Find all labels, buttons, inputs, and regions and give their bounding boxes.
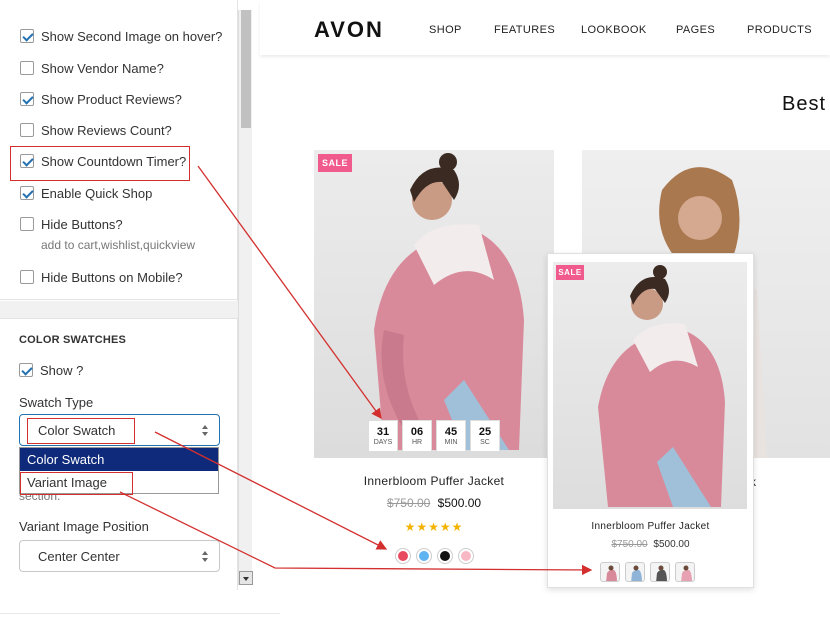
checkbox-show-vendor[interactable]: [20, 61, 34, 75]
option-label: Show ?: [40, 362, 84, 378]
product-card-variant-image[interactable]: SALE Innerbloom Puffer Jacket $750.00 $5…: [547, 253, 754, 588]
option-label: Show Reviews Count?: [41, 122, 172, 138]
option-hide-buttons-mobile[interactable]: Hide Buttons on Mobile?: [20, 268, 183, 286]
bottom-divider: [0, 613, 280, 614]
checkbox-show-swatches[interactable]: [19, 363, 33, 377]
product-title[interactable]: Innerbloom Puffer Jacket: [548, 521, 753, 532]
swatch-type-dropdown: Color Swatch Variant Image: [19, 447, 219, 494]
variant-thumbnail[interactable]: [600, 562, 620, 582]
variant-position-value: Center Center: [38, 548, 120, 564]
variant-thumbnail[interactable]: [675, 562, 695, 582]
color-swatch-list: [396, 549, 473, 563]
option-label: Hide Buttons on Mobile?: [41, 269, 183, 285]
section-divider: [0, 301, 238, 319]
color-swatch[interactable]: [417, 549, 431, 563]
select-arrows-icon: [201, 550, 209, 564]
nav-lookbook[interactable]: LOOKBOOK: [581, 24, 647, 36]
option-label: Show Product Reviews?: [41, 91, 182, 107]
color-swatch[interactable]: [459, 549, 473, 563]
option-label: Enable Quick Shop: [41, 185, 153, 201]
option-show-second-image[interactable]: Show Second Image on hover?: [20, 27, 222, 45]
option-enable-quick-shop[interactable]: Enable Quick Shop: [20, 184, 152, 202]
option-label: Show Vendor Name?: [41, 60, 164, 76]
swatch-type-label: Swatch Type: [19, 395, 94, 410]
nav-features[interactable]: FEATURES: [494, 24, 555, 36]
countdown-days: 31 DAYS: [368, 420, 398, 452]
checkbox-show-reviews-count[interactable]: [20, 123, 34, 137]
product-title[interactable]: Innerbloom Puffer Jacket: [314, 474, 554, 488]
product-image[interactable]: SALE: [553, 262, 747, 509]
swatch-type-value: Color Swatch: [38, 422, 116, 438]
model-illustration: [598, 265, 725, 507]
option-show-reviews[interactable]: Show Product Reviews?: [20, 90, 182, 108]
checkbox-show-reviews[interactable]: [20, 92, 34, 106]
option-show-vendor[interactable]: Show Vendor Name?: [20, 59, 164, 77]
product-image[interactable]: SALE: [314, 150, 554, 458]
variant-position-label: Variant Image Position: [19, 519, 149, 534]
old-price: $750.00: [611, 539, 648, 550]
settings-panel: Show Second Image on hover? Show Vendor …: [0, 0, 238, 590]
product-display-section: Show Second Image on hover? Show Vendor …: [0, 0, 238, 300]
store-header: AVON SHOP FEATURES LOOKBOOK PAGES PRODUC…: [260, 0, 830, 55]
option-hide-buttons[interactable]: Hide Buttons?: [20, 215, 123, 233]
dropdown-option-variant-image[interactable]: Variant Image: [20, 471, 218, 494]
option-label: Hide Buttons?: [41, 216, 123, 232]
scroll-thumb[interactable]: [241, 10, 251, 128]
variant-image-swatches: [600, 562, 695, 582]
sale-badge: SALE: [556, 265, 584, 280]
sale-badge: SALE: [318, 154, 352, 172]
variant-thumbnail[interactable]: [625, 562, 645, 582]
color-swatches-title: COLOR SWATCHES: [19, 334, 127, 346]
option-label: Show Countdown Timer?: [41, 153, 187, 169]
nav-products[interactable]: PRODUCTS: [747, 24, 812, 36]
option-show-countdown[interactable]: Show Countdown Timer?: [20, 152, 186, 170]
new-price: $500.00: [437, 496, 482, 510]
checkbox-show-second-image[interactable]: [20, 29, 34, 43]
product-price: $750.00 $500.00: [548, 539, 753, 550]
nav-pages[interactable]: PAGES: [676, 24, 715, 36]
countdown-hours: 06 HR: [402, 420, 432, 452]
settings-scrollbar[interactable]: [238, 10, 253, 585]
product-price: $750.00 $500.00: [314, 496, 554, 510]
checkbox-enable-quick-shop[interactable]: [20, 186, 34, 200]
store-logo[interactable]: AVON: [314, 17, 384, 43]
variant-position-select[interactable]: Center Center: [19, 540, 220, 572]
scroll-down-arrow-icon[interactable]: [239, 571, 253, 585]
old-price: $750.00: [386, 496, 431, 510]
color-swatch[interactable]: [438, 549, 452, 563]
nav-shop[interactable]: SHOP: [429, 24, 462, 36]
variant-thumbnail[interactable]: [650, 562, 670, 582]
countdown-timer: 31 DAYS 06 HR 45 MIN 25 SC: [368, 420, 500, 452]
option-show-reviews-count[interactable]: Show Reviews Count?: [20, 121, 172, 139]
checkbox-hide-buttons-mobile[interactable]: [20, 270, 34, 284]
color-swatch[interactable]: [396, 549, 410, 563]
checkbox-show-countdown[interactable]: [20, 154, 34, 168]
select-arrows-icon: [201, 424, 209, 438]
option-label: Show Second Image on hover?: [41, 28, 223, 44]
hide-buttons-hint: add to cart,wishlist,quickview: [41, 238, 196, 252]
option-show-swatches[interactable]: Show ?: [19, 361, 83, 379]
section-heading: Best: [782, 93, 827, 115]
rating-stars-icon: ★★★★★: [404, 520, 464, 534]
dropdown-option-color-swatch[interactable]: Color Swatch: [20, 448, 218, 471]
checkbox-hide-buttons[interactable]: [20, 217, 34, 231]
countdown-minutes: 45 MIN: [436, 420, 466, 452]
new-price: $500.00: [653, 539, 690, 550]
swatch-type-select[interactable]: Color Swatch: [19, 414, 220, 446]
model-illustration: [374, 153, 524, 450]
countdown-seconds: 25 SC: [470, 420, 500, 452]
